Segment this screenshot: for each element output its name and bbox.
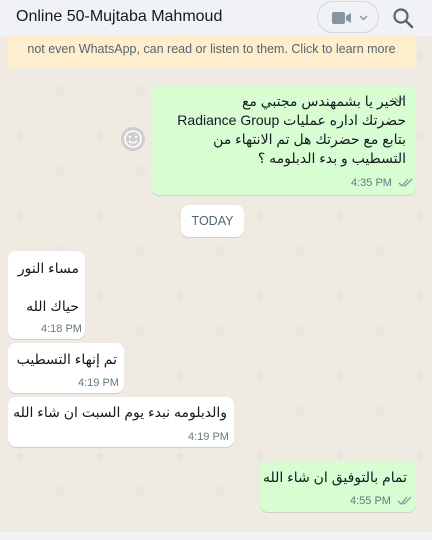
message-text-line: حضرتك اداره عمليات Radiance Group: [177, 112, 406, 128]
contact-name[interactable]: Online 50-Mujtaba Mahmoud: [16, 8, 222, 26]
message-text-line: والدبلومه نبدء يوم السبت ان شاء الله: [13, 404, 227, 420]
encryption-banner-text: not even WhatsApp, can read or listen to…: [27, 42, 396, 56]
emoji-reaction-button[interactable]: [121, 127, 145, 151]
search-icon[interactable]: [392, 7, 414, 29]
message-text-line: بتابع مع حضرتك هل تم الانتهاء من: [213, 131, 406, 147]
message-time: 4:19 PM: [78, 377, 119, 389]
encryption-banner[interactable]: not even WhatsApp, can read or listen to…: [7, 36, 416, 68]
video-camera-icon: [332, 12, 351, 24]
date-separator-label: TODAY: [191, 214, 234, 228]
message-bubble-outgoing[interactable]: تمام بالتوفيق ان شاء الله 4:55 PM: [260, 461, 416, 512]
date-separator: TODAY: [181, 205, 244, 237]
message-time: 4:55 PM: [350, 495, 391, 507]
emoji-icon: [124, 130, 142, 148]
message-text-line: التسطيب و بدء الدبلومه ؟: [257, 150, 406, 166]
message-time: 4:19 PM: [188, 431, 229, 443]
message-time: 4:18 PM: [41, 323, 82, 335]
double-check-icon: [398, 178, 413, 188]
chevron-down-icon: [359, 15, 368, 21]
composer-bar-edge: [0, 532, 432, 540]
message-time: 4:35 PM: [351, 177, 392, 189]
double-check-icon: [397, 496, 412, 506]
message-text-line: تمام بالتوفيق ان شاء الله: [262, 469, 407, 485]
video-call-button[interactable]: [317, 1, 379, 33]
message-text-line: مساء النور: [17, 260, 79, 276]
message-bubble-outgoing[interactable]: الخير يا بشمهندس مجتبي مع حضرتك اداره عم…: [151, 86, 416, 195]
message-bubble-incoming[interactable]: والدبلومه نبدء يوم السبت ان شاء الله 4:1…: [8, 397, 234, 447]
message-bubble-incoming[interactable]: تم إنهاء التسطيب 4:19 PM: [8, 343, 124, 393]
message-text-line: تم إنهاء التسطيب: [16, 351, 117, 367]
message-text-line: حياك الله: [26, 298, 79, 314]
message-text-line: الخير يا بشمهندس مجتبي مع: [241, 93, 406, 109]
chat-header[interactable]: Online 50-Mujtaba Mahmoud: [0, 0, 432, 37]
message-bubble-incoming[interactable]: مساء النور حياك الله 4:18 PM: [8, 251, 85, 339]
